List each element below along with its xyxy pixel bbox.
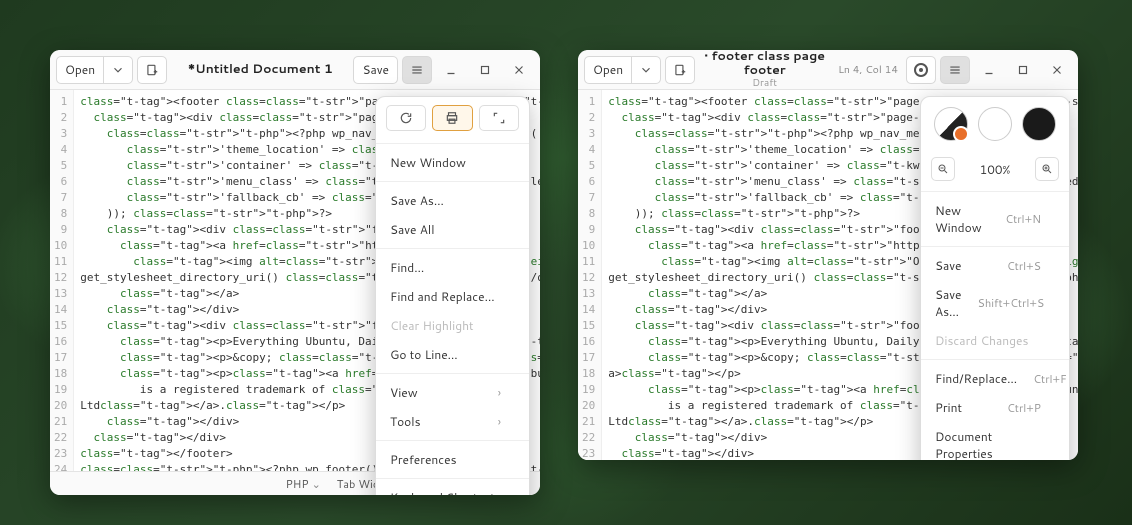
menu-find-replace[interactable]: Find and Replace…	[376, 282, 529, 311]
new-doc-icon	[145, 63, 159, 77]
open-button[interactable]: Open	[584, 56, 632, 84]
editor-window-old: Open *Untitled Document 1 Save 123456789…	[50, 50, 540, 495]
zoom-out-icon	[937, 163, 949, 175]
menu-save-all[interactable]: Save All	[376, 215, 529, 244]
new-tab-button[interactable]	[137, 56, 167, 84]
reload-button[interactable]	[386, 105, 426, 131]
close-icon	[1050, 63, 1064, 77]
maximize-button[interactable]	[470, 56, 500, 84]
settings-button[interactable]	[906, 56, 936, 84]
menu-goto-line[interactable]: Go to Line…	[376, 340, 529, 369]
menu-tools[interactable]: Tools›	[376, 407, 529, 436]
minimize-icon	[444, 63, 458, 77]
menu-icon-row	[376, 97, 529, 139]
primary-menu-popover: New Window Save As… Save All Find… Find …	[375, 96, 530, 495]
gutter: 1234567891011121314151617181920212223242…	[50, 90, 74, 471]
menu-clear-highlight: Clear Highlight	[376, 311, 529, 340]
menu-find[interactable]: Find…	[376, 253, 529, 282]
minimize-button[interactable]	[436, 56, 466, 84]
menu-save-as[interactable]: Save As…	[376, 186, 529, 215]
theme-dark[interactable]	[1022, 107, 1056, 141]
header-bar: Open *Untitled Document 1 Save	[50, 50, 540, 90]
menu-preferences[interactable]: Preferences	[376, 445, 529, 474]
zoom-controls: 100%	[921, 151, 1069, 187]
open-chevron[interactable]	[103, 56, 133, 84]
primary-menu-popover: 100% New WindowCtrl+N SaveCtrl+S Save As…	[920, 96, 1070, 460]
minimize-button[interactable]	[974, 56, 1004, 84]
theme-swatches	[921, 97, 1069, 151]
menu-save-as[interactable]: Save As…Shift+Ctrl+S	[921, 280, 1069, 326]
close-button[interactable]	[1042, 56, 1072, 84]
fullscreen-icon	[492, 111, 506, 125]
menu-find-replace[interactable]: Find/Replace…Ctrl+F	[921, 364, 1069, 393]
new-doc-icon	[673, 63, 687, 77]
maximize-icon	[478, 63, 492, 77]
gutter: 1234567891011121314151617181920212223242…	[578, 90, 602, 460]
editor-window-new: Open • footer class page footer Draft Ln…	[578, 50, 1078, 460]
menu-shortcuts[interactable]: Keyboard Shortcuts	[376, 483, 529, 495]
menu-new-window[interactable]: New WindowCtrl+N	[921, 196, 1069, 242]
open-chevron[interactable]	[631, 56, 661, 84]
hamburger-icon	[410, 63, 424, 77]
gear-icon	[914, 63, 928, 77]
print-icon	[445, 111, 459, 125]
menu-new-window[interactable]: New Window	[376, 148, 529, 177]
close-button[interactable]	[504, 56, 534, 84]
chevron-down-icon	[111, 63, 125, 77]
open-button[interactable]: Open	[56, 56, 104, 84]
menu-doc-props[interactable]: Document Properties	[921, 422, 1069, 460]
minimize-icon	[982, 63, 996, 77]
hamburger-button[interactable]	[940, 56, 970, 84]
zoom-in-icon	[1041, 163, 1053, 175]
maximize-icon	[1016, 63, 1030, 77]
language-selector[interactable]: PHP	[286, 476, 321, 492]
header-bar: Open • footer class page footer Draft Ln…	[578, 50, 1078, 90]
chevron-down-icon	[639, 63, 653, 77]
window-title: *Untitled Document 1	[171, 63, 349, 77]
hamburger-button[interactable]	[402, 56, 432, 84]
zoom-level: 100%	[980, 161, 1011, 178]
maximize-button[interactable]	[1008, 56, 1038, 84]
new-tab-button[interactable]	[665, 56, 695, 84]
menu-print[interactable]: PrintCtrl+P	[921, 393, 1069, 422]
save-button[interactable]: Save	[353, 56, 398, 84]
window-subtitle: Draft	[699, 78, 830, 89]
cursor-position: Ln 4, Col 14	[838, 63, 898, 77]
zoom-out-button[interactable]	[931, 157, 955, 181]
zoom-in-button[interactable]	[1035, 157, 1059, 181]
window-title: • footer class page footer	[699, 50, 830, 78]
hamburger-icon	[948, 63, 962, 77]
print-button[interactable]	[432, 105, 472, 131]
close-icon	[512, 63, 526, 77]
theme-light[interactable]	[978, 107, 1012, 141]
reload-icon	[399, 111, 413, 125]
fullscreen-button[interactable]	[479, 105, 519, 131]
menu-save[interactable]: SaveCtrl+S	[921, 251, 1069, 280]
theme-follow-system[interactable]	[934, 107, 968, 141]
menu-discard-changes: Discard Changes	[921, 326, 1069, 355]
menu-view[interactable]: View›	[376, 378, 529, 407]
